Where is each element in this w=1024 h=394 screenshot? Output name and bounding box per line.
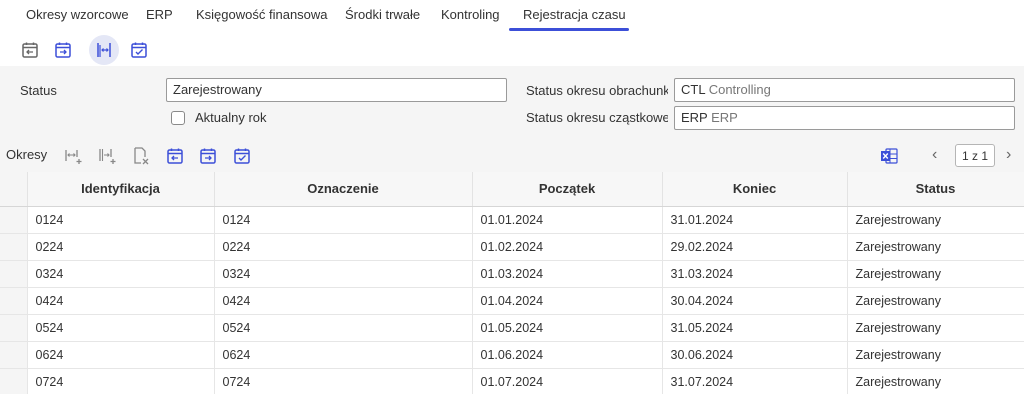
split-columns-icon[interactable]: [89, 35, 119, 65]
cell-koniec: 31.07.2024: [662, 368, 848, 394]
cell-oznaczenie: 0524: [214, 314, 473, 342]
table-row[interactable]: 0124 0124 01.01.2024 31.01.2024 Zarejest…: [0, 206, 1024, 234]
cell-poczatek: 01.01.2024: [472, 206, 663, 234]
cell-poczatek: 01.06.2024: [472, 341, 663, 369]
table-title: Okresy: [6, 147, 48, 162]
cell-oznaczenie: 0724: [214, 368, 473, 394]
status-okresu-czastkowego-code: ERP: [681, 110, 708, 125]
status-okresu-obrachunkowego-label: Status okresu obrachunk...: [526, 83, 668, 98]
table-row[interactable]: 0524 0524 01.05.2024 31.05.2024 Zarejest…: [0, 314, 1024, 342]
row-selector[interactable]: [0, 368, 28, 394]
row-selector[interactable]: [0, 260, 28, 288]
cell-koniec: 31.03.2024: [662, 260, 848, 288]
status-okresu-obrachunkowego-field[interactable]: CTL Controlling: [674, 78, 1015, 102]
status-okresu-czastkowego-label: Status okresu cząstkowe...: [526, 110, 668, 125]
table-row[interactable]: 0424 0424 01.04.2024 30.04.2024 Zarejest…: [0, 287, 1024, 315]
cell-status: Zarejestrowany: [847, 314, 1024, 342]
cell-identyfikacja: 0724: [27, 368, 215, 394]
cell-status: Zarejestrowany: [847, 206, 1024, 234]
cell-identyfikacja: 0624: [27, 341, 215, 369]
page-indicator[interactable]: 1 z 1: [955, 144, 995, 167]
tab-bar: Okresy wzorcowe ERP Księgowość finansowa…: [0, 0, 1024, 34]
page-prev-icon[interactable]: ‹: [932, 146, 937, 164]
cell-status: Zarejestrowany: [847, 341, 1024, 369]
tab-okresy-wzorcowe[interactable]: Okresy wzorcowe: [26, 7, 129, 27]
cell-koniec: 31.05.2024: [662, 314, 848, 342]
aktualny-rok-label: Aktualny rok: [195, 110, 267, 125]
row-selector-header: [0, 172, 28, 207]
cell-oznaczenie: 0124: [214, 206, 473, 234]
status-okresu-obrachunkowego-text: Controlling: [708, 82, 771, 97]
table-row[interactable]: 0224 0224 01.02.2024 29.02.2024 Zarejest…: [0, 233, 1024, 261]
cell-identyfikacja: 0224: [27, 233, 215, 261]
table-header-row: Identyfikacja Oznaczenie Początek Koniec…: [0, 172, 1024, 207]
status-okresu-czastkowego-field[interactable]: ERP ERP: [674, 106, 1015, 130]
cell-poczatek: 01.07.2024: [472, 368, 663, 394]
filter-form: Status Zarejestrowany Aktualny rok Statu…: [0, 66, 1024, 138]
status-field-value: Zarejestrowany: [173, 82, 262, 97]
document-delete-icon[interactable]: [130, 145, 152, 167]
tab-kontroling[interactable]: Kontroling: [441, 7, 500, 27]
table-row[interactable]: 0324 0324 01.03.2024 31.03.2024 Zarejest…: [0, 260, 1024, 288]
excel-export-icon[interactable]: [878, 145, 900, 167]
tab-srodki-trwale[interactable]: Środki trwałe: [345, 7, 420, 27]
tab-erp[interactable]: ERP: [146, 7, 173, 27]
cell-koniec: 30.04.2024: [662, 287, 848, 315]
cell-status: Zarejestrowany: [847, 260, 1024, 288]
cell-identyfikacja: 0524: [27, 314, 215, 342]
status-okresu-czastkowego-text: ERP: [711, 110, 738, 125]
calendar-check-icon[interactable]: [124, 35, 154, 65]
row-selector[interactable]: [0, 206, 28, 234]
active-tab-indicator: [509, 28, 629, 31]
column-header-poczatek[interactable]: Początek: [472, 172, 663, 207]
status-okresu-obrachunkowego-code: CTL: [681, 82, 706, 97]
table-row[interactable]: 0724 0724 01.07.2024 31.07.2024 Zarejest…: [0, 368, 1024, 394]
cell-poczatek: 01.02.2024: [472, 233, 663, 261]
row-selector[interactable]: [0, 341, 28, 369]
cell-identyfikacja: 0424: [27, 287, 215, 315]
cell-identyfikacja: 0324: [27, 260, 215, 288]
calendar-prev-icon[interactable]: [15, 35, 45, 65]
row-selector[interactable]: [0, 314, 28, 342]
status-label: Status: [20, 83, 57, 98]
main-toolbar: [0, 34, 1024, 66]
cell-koniec: 30.06.2024: [662, 341, 848, 369]
cell-oznaczenie: 0424: [214, 287, 473, 315]
table-row[interactable]: 0624 0624 01.06.2024 30.06.2024 Zarejest…: [0, 341, 1024, 369]
split-add-icon[interactable]: [62, 145, 84, 167]
table-calendar-next-icon[interactable]: [197, 145, 219, 167]
cell-poczatek: 01.05.2024: [472, 314, 663, 342]
tab-ksiegowosc-finansowa[interactable]: Księgowość finansowa: [196, 7, 328, 27]
table-toolbar: Okresy ‹ 1 z 1 ›: [0, 138, 1024, 172]
column-header-status[interactable]: Status: [847, 172, 1024, 207]
cell-koniec: 31.01.2024: [662, 206, 848, 234]
cell-oznaczenie: 0624: [214, 341, 473, 369]
calendar-next-icon[interactable]: [48, 35, 78, 65]
table-calendar-prev-icon[interactable]: [164, 145, 186, 167]
periods-table: Identyfikacja Oznaczenie Początek Koniec…: [0, 172, 1024, 394]
cell-poczatek: 01.03.2024: [472, 260, 663, 288]
status-field[interactable]: Zarejestrowany: [166, 78, 507, 102]
tab-rejestracja-czasu[interactable]: Rejestracja czasu: [523, 7, 626, 27]
cell-poczatek: 01.04.2024: [472, 287, 663, 315]
page-next-icon[interactable]: ›: [1006, 146, 1011, 164]
cell-status: Zarejestrowany: [847, 233, 1024, 261]
cell-oznaczenie: 0324: [214, 260, 473, 288]
cell-identyfikacja: 0124: [27, 206, 215, 234]
aktualny-rok-checkbox[interactable]: [171, 111, 185, 125]
cell-status: Zarejestrowany: [847, 368, 1024, 394]
cell-oznaczenie: 0224: [214, 233, 473, 261]
column-header-oznaczenie[interactable]: Oznaczenie: [214, 172, 473, 207]
row-selector[interactable]: [0, 233, 28, 261]
table-calendar-check-icon[interactable]: [231, 145, 253, 167]
cell-koniec: 29.02.2024: [662, 233, 848, 261]
column-header-koniec[interactable]: Koniec: [662, 172, 848, 207]
cell-status: Zarejestrowany: [847, 287, 1024, 315]
row-selector[interactable]: [0, 287, 28, 315]
merge-add-icon[interactable]: [96, 145, 118, 167]
column-header-identyfikacja[interactable]: Identyfikacja: [27, 172, 215, 207]
